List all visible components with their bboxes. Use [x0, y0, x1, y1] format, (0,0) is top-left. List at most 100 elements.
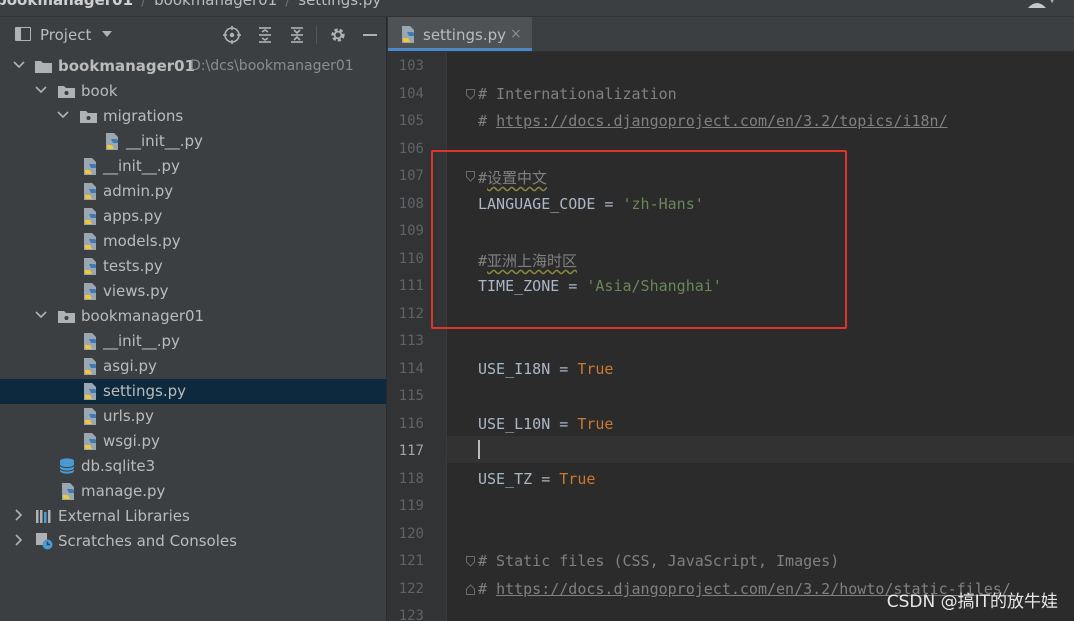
tree-item-file[interactable]: db.sqlite3 — [0, 454, 386, 479]
tree-item-external-libraries[interactable]: External Libraries — [0, 504, 386, 529]
line-number: 110 — [398, 251, 424, 267]
expand-all-icon[interactable] — [255, 25, 275, 45]
code-line: USE_L10N = True — [478, 415, 613, 433]
package-folder-icon — [58, 86, 75, 98]
tree-item-file-selected[interactable]: settings.py — [0, 379, 386, 404]
line-number: 108 — [398, 196, 424, 212]
line-number: 114 — [398, 361, 424, 377]
tree-item-migrations[interactable]: migrations — [0, 104, 386, 129]
code-line: USE_TZ = True — [478, 470, 595, 488]
tree-item-file[interactable]: admin.py — [0, 179, 386, 204]
tree-item-file[interactable]: apps.py — [0, 204, 386, 229]
tab-settings-py[interactable]: settings.py × — [388, 17, 532, 51]
line-number: 121 — [398, 553, 424, 569]
close-icon[interactable]: × — [510, 26, 522, 42]
chevron-down-icon[interactable] — [56, 108, 70, 122]
project-view-selector[interactable]: Project — [40, 26, 91, 44]
tab-label: settings.py — [423, 26, 506, 44]
collapse-all-icon[interactable] — [287, 25, 307, 45]
identifier: USE_I18N — [478, 360, 551, 378]
project-view-icon — [15, 27, 31, 41]
line-number: 103 — [398, 58, 424, 74]
tree-item-file[interactable]: __init__.py — [0, 154, 386, 179]
keyword: True — [559, 470, 596, 488]
keyword: True — [577, 415, 614, 433]
tree-item-file[interactable]: views.py — [0, 279, 386, 304]
tree-item-book[interactable]: book — [0, 79, 386, 104]
operator: = — [550, 360, 578, 378]
python-file-icon — [402, 26, 414, 43]
chevron-right-icon[interactable] — [12, 533, 26, 547]
current-line-highlight — [447, 436, 1074, 463]
python-file-icon — [84, 358, 96, 375]
tree-item-scratches[interactable]: Scratches and Consoles — [0, 529, 386, 554]
tree-item-label: migrations — [103, 107, 184, 125]
hide-icon[interactable] — [360, 25, 380, 45]
tree-item-label: wsgi.py — [103, 432, 160, 450]
code-line: # Internationalization — [478, 85, 677, 103]
tree-item-label: admin.py — [103, 182, 174, 200]
tree-item-root[interactable]: bookmanager01 D:\dcs\bookmanager01 — [0, 54, 386, 79]
tree-item-file[interactable]: urls.py — [0, 404, 386, 429]
package-folder-icon — [58, 311, 75, 323]
python-file-icon — [84, 258, 96, 275]
keyword: True — [577, 360, 614, 378]
database-icon — [59, 458, 75, 474]
chevron-down-icon[interactable] — [102, 31, 112, 37]
tree-item-bookmanager01[interactable]: bookmanager01 — [0, 304, 386, 329]
tree-item-label: bookmanager01 — [58, 57, 196, 75]
docs-link[interactable]: https://docs.djangoproject.com/en/3.2/to… — [496, 112, 948, 130]
tree-item-label: __init__.py — [126, 132, 203, 150]
line-number-current: 117 — [398, 443, 424, 459]
watermark: CSDN @搞IT的放牛娃 — [886, 592, 1058, 612]
user-icon[interactable] — [1026, 0, 1048, 8]
tree-item-label: tests.py — [103, 257, 163, 275]
chevron-down-icon[interactable] — [12, 58, 26, 72]
tree-item-file[interactable]: wsgi.py — [0, 429, 386, 454]
header-divider — [316, 26, 317, 44]
line-number: 104 — [398, 86, 424, 102]
python-file-icon — [84, 383, 96, 400]
tree-item-label: asgi.py — [103, 357, 157, 375]
tree-item-label: models.py — [103, 232, 181, 250]
tree-item-file[interactable]: __init__.py — [0, 329, 386, 354]
tree-item-file[interactable]: manage.py — [0, 479, 386, 504]
operator: = — [532, 470, 560, 488]
project-header: Project — [0, 17, 386, 52]
python-file-icon — [62, 483, 74, 500]
tree-item-label: manage.py — [81, 482, 166, 500]
line-number: 106 — [398, 141, 424, 157]
project-tool-window: Project bookmanager01 D:\dcs\bookmanager… — [0, 17, 386, 621]
line-number: 115 — [398, 388, 424, 404]
chevron-down-icon[interactable] — [34, 83, 48, 97]
chevron-down-icon[interactable]: ▼ — [1048, 0, 1056, 5]
chevron-right-icon[interactable] — [12, 508, 26, 522]
tree-item-file[interactable]: models.py — [0, 229, 386, 254]
locate-icon[interactable] — [222, 25, 242, 45]
python-file-icon — [84, 333, 96, 350]
breadcrumb-file[interactable]: settings.py — [298, 0, 381, 9]
code-line: # https://docs.djangoproject.com/en/3.2/… — [478, 112, 948, 130]
line-number: 105 — [398, 113, 424, 129]
fold-marker-icon[interactable] — [466, 89, 475, 100]
line-number: 122 — [398, 581, 424, 597]
tree-item-label: __init__.py — [103, 332, 180, 350]
comment-prefix: # — [478, 580, 497, 598]
fold-marker-icon[interactable] — [466, 584, 475, 595]
chevron-down-icon[interactable] — [34, 308, 48, 322]
code-editor[interactable]: 103 104 105 106 107 108 109 110 111 112 … — [388, 52, 1074, 621]
gear-icon[interactable] — [328, 25, 348, 45]
tree-item-file[interactable]: asgi.py — [0, 354, 386, 379]
line-number: 107 — [398, 168, 424, 184]
python-file-icon — [106, 133, 118, 150]
folder-icon — [35, 61, 52, 73]
operator: = — [550, 415, 578, 433]
breadcrumb-project[interactable]: bookmanager01 — [0, 0, 133, 9]
line-number: 109 — [398, 223, 424, 239]
tree-item-label: External Libraries — [58, 507, 190, 525]
breadcrumb-package[interactable]: bookmanager01 — [154, 0, 277, 9]
tree-item-file[interactable]: tests.py — [0, 254, 386, 279]
tree-item-file[interactable]: __init__.py — [0, 129, 386, 154]
code-line: USE_I18N = True — [478, 360, 613, 378]
fold-marker-icon[interactable] — [466, 556, 475, 567]
